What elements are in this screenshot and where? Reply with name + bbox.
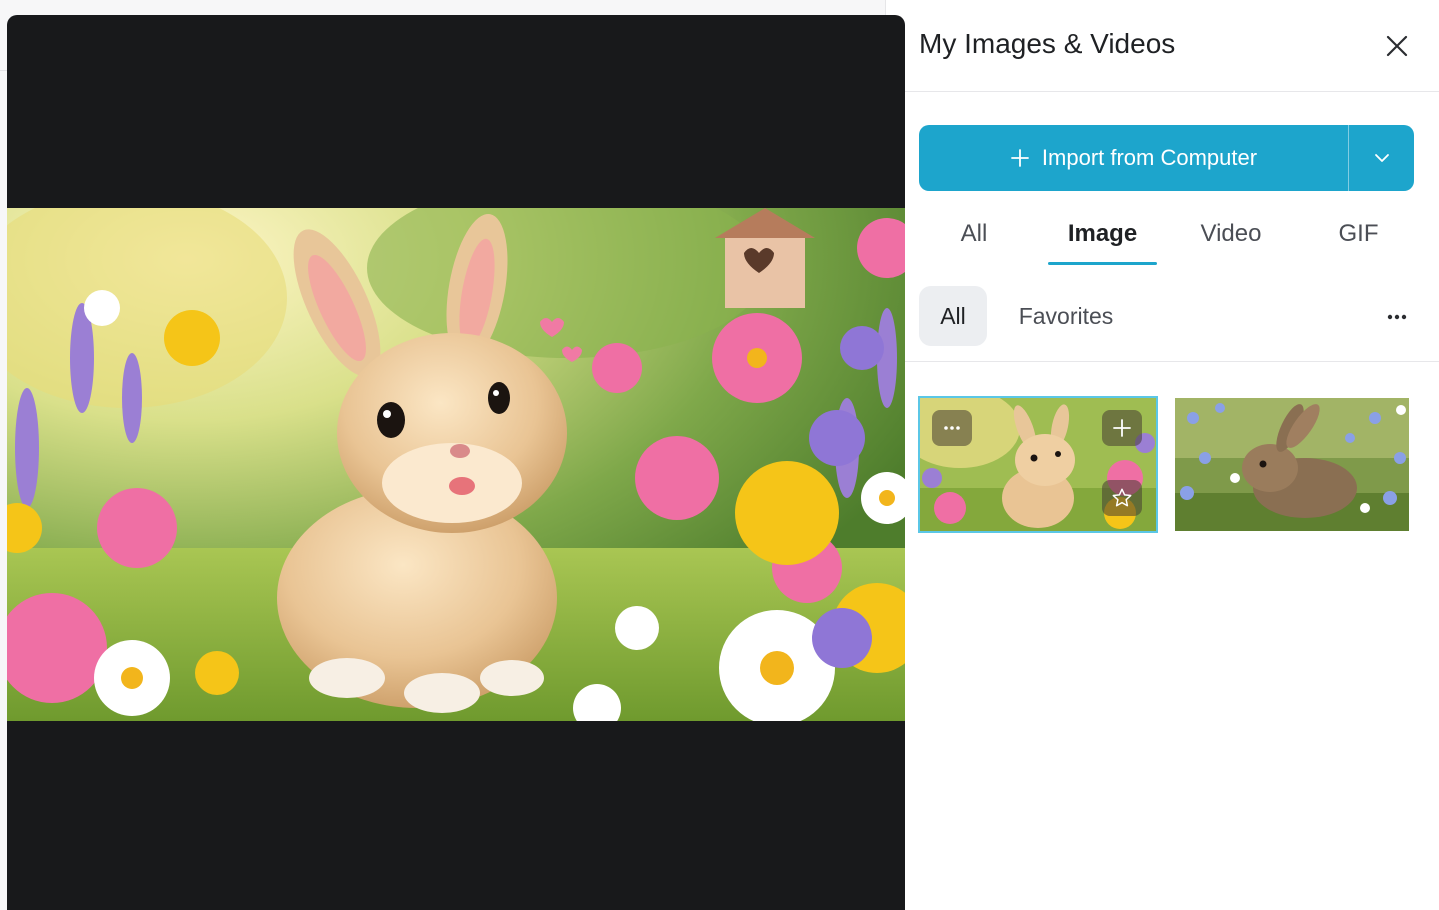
filter-favorites[interactable]: Favorites (1001, 286, 1131, 346)
more-horizontal-icon (1387, 314, 1407, 320)
import-label: Import from Computer (1041, 145, 1258, 170)
chevron-down-icon (1374, 154, 1389, 162)
thumbnail-more-button[interactable] (932, 410, 972, 446)
tab-gif[interactable]: GIF (1311, 205, 1406, 263)
import-button-group: Import from Computer (919, 125, 1414, 191)
panel-header: My Images & Videos (905, 0, 1439, 92)
thumbnail-add-button[interactable] (1102, 410, 1142, 446)
panel-title: My Images & Videos (919, 28, 1176, 59)
preview-image (7, 208, 905, 721)
import-from-computer-button[interactable]: Import from Computer (919, 125, 1348, 191)
image-preview (7, 15, 905, 910)
more-horizontal-icon (944, 426, 960, 430)
close-button[interactable] (1379, 29, 1415, 63)
active-tab-indicator (1048, 262, 1157, 265)
filter-all[interactable]: All (919, 286, 987, 346)
plus-icon (1113, 419, 1131, 437)
more-options-button[interactable] (1379, 300, 1415, 334)
filter-bar: All Favorites (905, 284, 1439, 362)
import-options-dropdown[interactable] (1349, 125, 1414, 191)
media-thumbnail[interactable] (1175, 398, 1409, 531)
plus-icon (1011, 149, 1029, 167)
tab-video[interactable]: Video (1181, 205, 1281, 263)
media-panel: My Images & Videos Import from Computer (905, 0, 1439, 910)
rabbit-meadow-thumbnail-image (1175, 398, 1409, 531)
star-icon (1112, 488, 1132, 507)
app-window: My Images & Videos Import from Computer (0, 0, 1439, 910)
tab-all[interactable]: All (919, 205, 1029, 263)
thumbnail-favorite-button[interactable] (1102, 480, 1142, 516)
media-type-tabs: All Image Video GIF (919, 205, 1424, 265)
close-icon (1386, 35, 1408, 57)
tab-image[interactable]: Image (1048, 205, 1157, 263)
bunny-in-flowers-image (7, 208, 905, 721)
media-thumbnail[interactable] (918, 396, 1158, 533)
